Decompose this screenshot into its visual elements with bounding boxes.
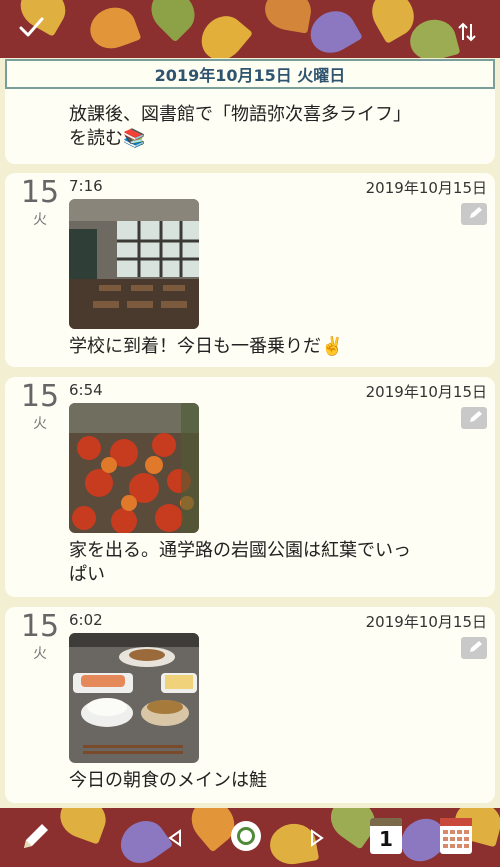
diary-entry-card[interactable]: 放課後、図書館で「物語弥次喜多ライフ」 を読む📚 (5, 89, 495, 164)
entry-text-line2: を読む📚 (69, 128, 146, 149)
next-icon[interactable] (306, 828, 326, 848)
entry-weekday: 火 (33, 416, 47, 432)
entry-photo-autumn-leaves[interactable] (69, 403, 199, 533)
entry-date: 2019年10月15日 (365, 179, 487, 197)
entry-date: 2019年10月15日 (365, 613, 487, 631)
top-bar (0, 0, 500, 58)
sort-icon[interactable] (456, 20, 478, 44)
entry-day-number: 15 (20, 175, 60, 210)
entry-time: 7:16 (69, 177, 103, 195)
ginkgo-leaf-decoration (142, 0, 204, 43)
ginkgo-leaf-decoration (261, 0, 315, 34)
edit-icon[interactable] (461, 203, 487, 225)
entry-text: 今日の朝食のメインは鮭 (69, 770, 267, 791)
check-icon[interactable] (16, 12, 46, 42)
entry-date: 2019年10月15日 (365, 383, 487, 401)
ginkgo-leaf-decoration (54, 808, 112, 845)
date-header-label: 2019年10月15日 火曜日 (154, 66, 346, 85)
edit-icon[interactable] (461, 637, 487, 659)
today-circle-icon[interactable] (228, 818, 264, 854)
bottom-toolbar: 1 (0, 808, 500, 867)
month-calendar-icon[interactable] (440, 818, 472, 854)
ginkgo-leaf-decoration (192, 7, 254, 58)
diary-entry-list[interactable]: 放課後、図書館で「物語弥次喜多ライフ」 を読む📚 15 火 7:16 2019年… (0, 89, 500, 807)
entry-day-number: 15 (20, 379, 60, 414)
ginkgo-leaf-decoration (303, 3, 363, 58)
entry-weekday: 火 (33, 212, 47, 228)
calendar-day-number: 1 (379, 827, 393, 851)
date-header: 2019年10月15日 火曜日 (5, 59, 495, 89)
entry-time: 6:54 (69, 381, 103, 399)
diary-entry-card[interactable]: 15 火 6:02 2019年10月15日 今日の朝食のメインは鮭 (5, 607, 495, 803)
entry-text: 学校に到着！今日も一番乗りだ✌️ (69, 336, 344, 357)
entry-text-line1: 放課後、図書館で「物語弥次喜多ライフ」 (69, 104, 411, 125)
entry-photo-classroom[interactable] (69, 199, 199, 329)
ginkgo-leaf-decoration (84, 1, 142, 55)
calendar-header (370, 818, 402, 826)
entry-weekday: 火 (33, 646, 47, 662)
entry-photo-breakfast[interactable] (69, 633, 199, 763)
entry-text-line2: ぱい (69, 564, 105, 585)
entry-time: 6:02 (69, 611, 103, 629)
day-calendar-icon[interactable]: 1 (370, 818, 402, 854)
ginkgo-leaf-decoration (112, 812, 174, 867)
pencil-icon[interactable] (18, 820, 52, 854)
entry-day-number: 15 (20, 609, 60, 644)
diary-entry-card[interactable]: 15 火 7:16 2019年10月15日 学校に到着！今日も一番乗りだ✌️ (5, 173, 495, 367)
ginkgo-leaf-decoration (405, 14, 461, 58)
diary-entry-card[interactable]: 15 火 6:54 2019年10月15日 家を出る。通学路の岩國公園は紅葉でい… (5, 377, 495, 597)
entry-text-line1: 家を出る。通学路の岩國公園は紅葉でいっ (69, 540, 411, 561)
prev-icon[interactable] (166, 828, 186, 848)
edit-icon[interactable] (461, 407, 487, 429)
